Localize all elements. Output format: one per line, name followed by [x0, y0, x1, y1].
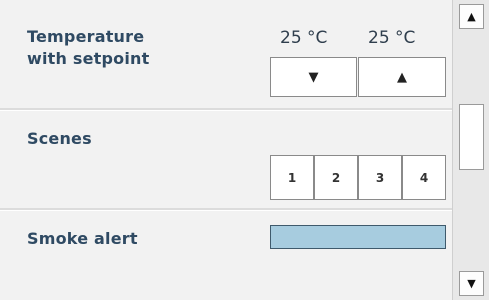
triangle-up-icon: ▲ [467, 10, 476, 23]
smoke-alert-row: Smoke alert [0, 210, 452, 300]
scrollbar-thumb[interactable] [459, 104, 484, 170]
scene-button-3[interactable]: 3 [358, 155, 402, 200]
smoke-alert-label: Smoke alert [27, 229, 138, 248]
scenes-row: Scenes 1 2 3 4 [0, 110, 452, 210]
current-temperature-value: 25 °C [280, 28, 328, 48]
triangle-down-icon: ▼ [308, 69, 319, 85]
decrease-setpoint-button[interactable]: ▼ [270, 57, 357, 97]
scene-button-4[interactable]: 4 [402, 155, 446, 200]
vertical-scrollbar[interactable]: ▲ ▼ [452, 0, 489, 300]
control-panel: Temperature with setpoint 25 °C 25 °C ▼ … [0, 0, 452, 300]
smoke-alert-indicator [270, 225, 446, 249]
scene-button-1[interactable]: 1 [270, 155, 314, 200]
increase-setpoint-button[interactable]: ▲ [358, 57, 446, 97]
temperature-row: Temperature with setpoint 25 °C 25 °C ▼ … [0, 0, 452, 110]
scroll-down-button[interactable]: ▼ [459, 271, 484, 296]
scenes-label: Scenes [27, 129, 92, 148]
setpoint-temperature-value: 25 °C [368, 28, 416, 48]
scroll-up-button[interactable]: ▲ [459, 4, 484, 29]
triangle-down-icon: ▼ [467, 277, 476, 290]
scene-button-2[interactable]: 2 [314, 155, 358, 200]
triangle-up-icon: ▲ [397, 69, 407, 85]
temperature-label: Temperature with setpoint [27, 27, 150, 68]
